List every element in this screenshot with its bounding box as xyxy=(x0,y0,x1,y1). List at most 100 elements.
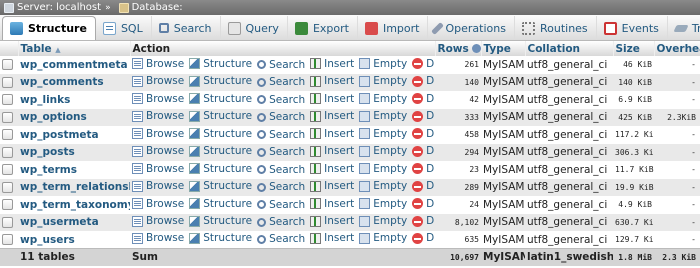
action-structure-link[interactable]: Structure xyxy=(189,75,252,87)
action-structure-link[interactable]: Structure xyxy=(189,215,252,227)
row-checkbox[interactable] xyxy=(2,94,13,106)
tab-export[interactable]: Export xyxy=(288,16,358,40)
row-checkbox[interactable] xyxy=(2,181,13,193)
action-browse-link[interactable]: Browse xyxy=(132,215,184,227)
action-insert-link[interactable]: Insert xyxy=(310,58,354,70)
help-icon[interactable] xyxy=(472,44,480,53)
action-search-link[interactable]: Search xyxy=(257,111,305,123)
row-checkbox[interactable] xyxy=(2,146,13,158)
action-empty-link[interactable]: Empty xyxy=(359,180,407,192)
tab-import[interactable]: Import xyxy=(358,16,429,40)
action-insert-link[interactable]: Insert xyxy=(310,163,354,175)
row-checkbox[interactable] xyxy=(2,216,13,228)
action-drop-link[interactable]: Drop xyxy=(412,163,435,175)
action-browse-link[interactable]: Browse xyxy=(132,93,184,105)
action-empty-link[interactable]: Empty xyxy=(359,58,407,70)
action-structure-link[interactable]: Structure xyxy=(189,128,252,140)
tab-sql[interactable]: SQL xyxy=(96,16,152,40)
action-browse-link[interactable]: Browse xyxy=(132,232,184,244)
action-drop-link[interactable]: Drop xyxy=(412,145,435,157)
action-empty-link[interactable]: Empty xyxy=(359,215,407,227)
breadcrumb-database[interactable]: Database: xyxy=(132,2,183,13)
table-name-link[interactable]: wp_terms xyxy=(18,161,130,179)
action-drop-link[interactable]: Drop xyxy=(412,110,435,122)
action-empty-link[interactable]: Empty xyxy=(359,110,407,122)
action-empty-link[interactable]: Empty xyxy=(359,128,407,140)
action-drop-link[interactable]: Drop xyxy=(412,232,435,244)
tab-query[interactable]: Query xyxy=(221,16,288,40)
action-structure-link[interactable]: Structure xyxy=(189,110,252,122)
table-name-link[interactable]: wp_term_relationships xyxy=(18,178,130,196)
tab-routines[interactable]: Routines xyxy=(515,16,597,40)
action-browse-link[interactable]: Browse xyxy=(132,58,184,70)
action-structure-link[interactable]: Structure xyxy=(189,163,252,175)
tab-structure[interactable]: Structure xyxy=(2,16,96,40)
row-checkbox[interactable] xyxy=(2,234,13,245)
action-insert-link[interactable]: Insert xyxy=(310,198,354,210)
tab-events[interactable]: Events xyxy=(597,16,668,40)
action-search-link[interactable]: Search xyxy=(257,164,305,176)
action-drop-link[interactable]: Drop xyxy=(412,128,435,140)
action-browse-link[interactable]: Browse xyxy=(132,198,184,210)
action-search-link[interactable]: Search xyxy=(257,233,305,245)
row-checkbox[interactable] xyxy=(2,59,13,71)
action-insert-link[interactable]: Insert xyxy=(310,110,354,122)
action-insert-link[interactable]: Insert xyxy=(310,232,354,244)
action-structure-link[interactable]: Structure xyxy=(189,58,252,70)
action-drop-link[interactable]: Drop xyxy=(412,215,435,227)
table-name-link[interactable]: wp_posts xyxy=(18,143,130,161)
action-drop-link[interactable]: Drop xyxy=(412,58,435,70)
table-name-link[interactable]: wp_comments xyxy=(18,73,130,91)
action-browse-link[interactable]: Browse xyxy=(132,110,184,122)
row-checkbox[interactable] xyxy=(2,199,13,211)
action-browse-link[interactable]: Browse xyxy=(132,163,184,175)
action-drop-link[interactable]: Drop xyxy=(412,198,435,210)
row-checkbox[interactable] xyxy=(2,76,13,88)
table-name-link[interactable]: wp_commentmeta xyxy=(18,56,130,74)
table-name-link[interactable]: wp_options xyxy=(18,108,130,126)
action-insert-link[interactable]: Insert xyxy=(310,180,354,192)
tab-search[interactable]: Search xyxy=(152,16,221,40)
action-structure-link[interactable]: Structure xyxy=(189,93,252,105)
action-drop-link[interactable]: Drop xyxy=(412,93,435,105)
action-structure-link[interactable]: Structure xyxy=(189,145,252,157)
breadcrumb-server[interactable]: Server: localhost xyxy=(17,2,101,13)
action-search-link[interactable]: Search xyxy=(257,146,305,158)
tab-triggers[interactable]: Triggers xyxy=(668,16,700,40)
action-empty-link[interactable]: Empty xyxy=(359,232,407,244)
table-name-link[interactable]: wp_term_taxonomy xyxy=(18,196,130,214)
header-rows[interactable]: Rows xyxy=(435,41,482,56)
row-checkbox[interactable] xyxy=(2,129,13,141)
header-size[interactable]: Size xyxy=(613,41,655,56)
action-empty-link[interactable]: Empty xyxy=(359,93,407,105)
table-name-link[interactable]: wp_users xyxy=(18,231,130,249)
table-name-link[interactable]: wp_usermeta xyxy=(18,213,130,231)
action-insert-link[interactable]: Insert xyxy=(310,75,354,87)
tab-operations[interactable]: Operations xyxy=(428,16,515,40)
action-search-link[interactable]: Search xyxy=(257,94,305,106)
action-drop-link[interactable]: Drop xyxy=(412,75,435,87)
header-table[interactable]: Table ▲ xyxy=(18,41,131,56)
header-overhead[interactable]: Overhead xyxy=(654,41,700,56)
action-search-link[interactable]: Search xyxy=(257,199,305,211)
action-empty-link[interactable]: Empty xyxy=(359,198,407,210)
action-insert-link[interactable]: Insert xyxy=(310,128,354,140)
action-browse-link[interactable]: Browse xyxy=(132,145,184,157)
header-type[interactable]: Type xyxy=(481,41,526,56)
action-empty-link[interactable]: Empty xyxy=(359,75,407,87)
action-empty-link[interactable]: Empty xyxy=(359,145,407,157)
action-empty-link[interactable]: Empty xyxy=(359,163,407,175)
action-search-link[interactable]: Search xyxy=(257,76,305,88)
header-collation[interactable]: Collation xyxy=(525,41,614,56)
row-checkbox[interactable] xyxy=(2,164,13,176)
action-insert-link[interactable]: Insert xyxy=(310,93,354,105)
row-checkbox[interactable] xyxy=(2,111,13,123)
action-search-link[interactable]: Search xyxy=(257,129,305,141)
action-insert-link[interactable]: Insert xyxy=(310,145,354,157)
action-insert-link[interactable]: Insert xyxy=(310,215,354,227)
action-browse-link[interactable]: Browse xyxy=(132,75,184,87)
action-search-link[interactable]: Search xyxy=(257,216,305,228)
action-search-link[interactable]: Search xyxy=(257,181,305,193)
table-name-link[interactable]: wp_links xyxy=(18,91,130,109)
action-structure-link[interactable]: Structure xyxy=(189,232,252,244)
